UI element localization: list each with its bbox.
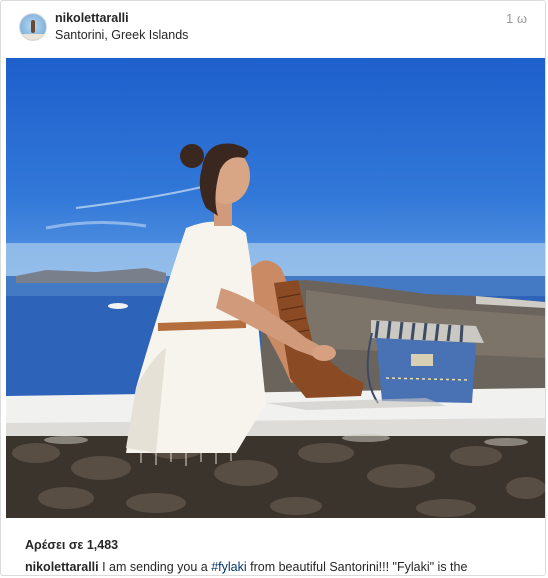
- avatar[interactable]: [19, 13, 47, 41]
- post-username[interactable]: nikolettaralli: [55, 11, 129, 25]
- caption-text-before: I am sending you a: [98, 560, 212, 574]
- post-location[interactable]: Santorini, Greek Islands: [55, 28, 188, 42]
- post-card: nikolettaralli Santorini, Greek Islands …: [0, 0, 546, 576]
- caption-username[interactable]: nikolettaralli: [25, 560, 99, 574]
- post-time[interactable]: 1 ω: [506, 11, 527, 26]
- post-caption: nikolettaralli I am sending you a #fylak…: [25, 560, 525, 574]
- avatar-figure: [31, 20, 35, 33]
- photo-illustration: [6, 143, 545, 518]
- likes-prefix: Αρέσει σε: [25, 538, 84, 552]
- post-header: nikolettaralli Santorini, Greek Islands …: [1, 1, 545, 57]
- likes-count[interactable]: Αρέσει σε 1,483: [25, 538, 118, 552]
- caption-hashtag[interactable]: #fylaki: [211, 560, 246, 574]
- post-photo[interactable]: [6, 58, 545, 518]
- caption-text-after: from beautiful Santorini!!! "Fylaki" is …: [246, 560, 468, 574]
- likes-number: 1,483: [86, 538, 119, 552]
- avatar-ground: [20, 34, 46, 40]
